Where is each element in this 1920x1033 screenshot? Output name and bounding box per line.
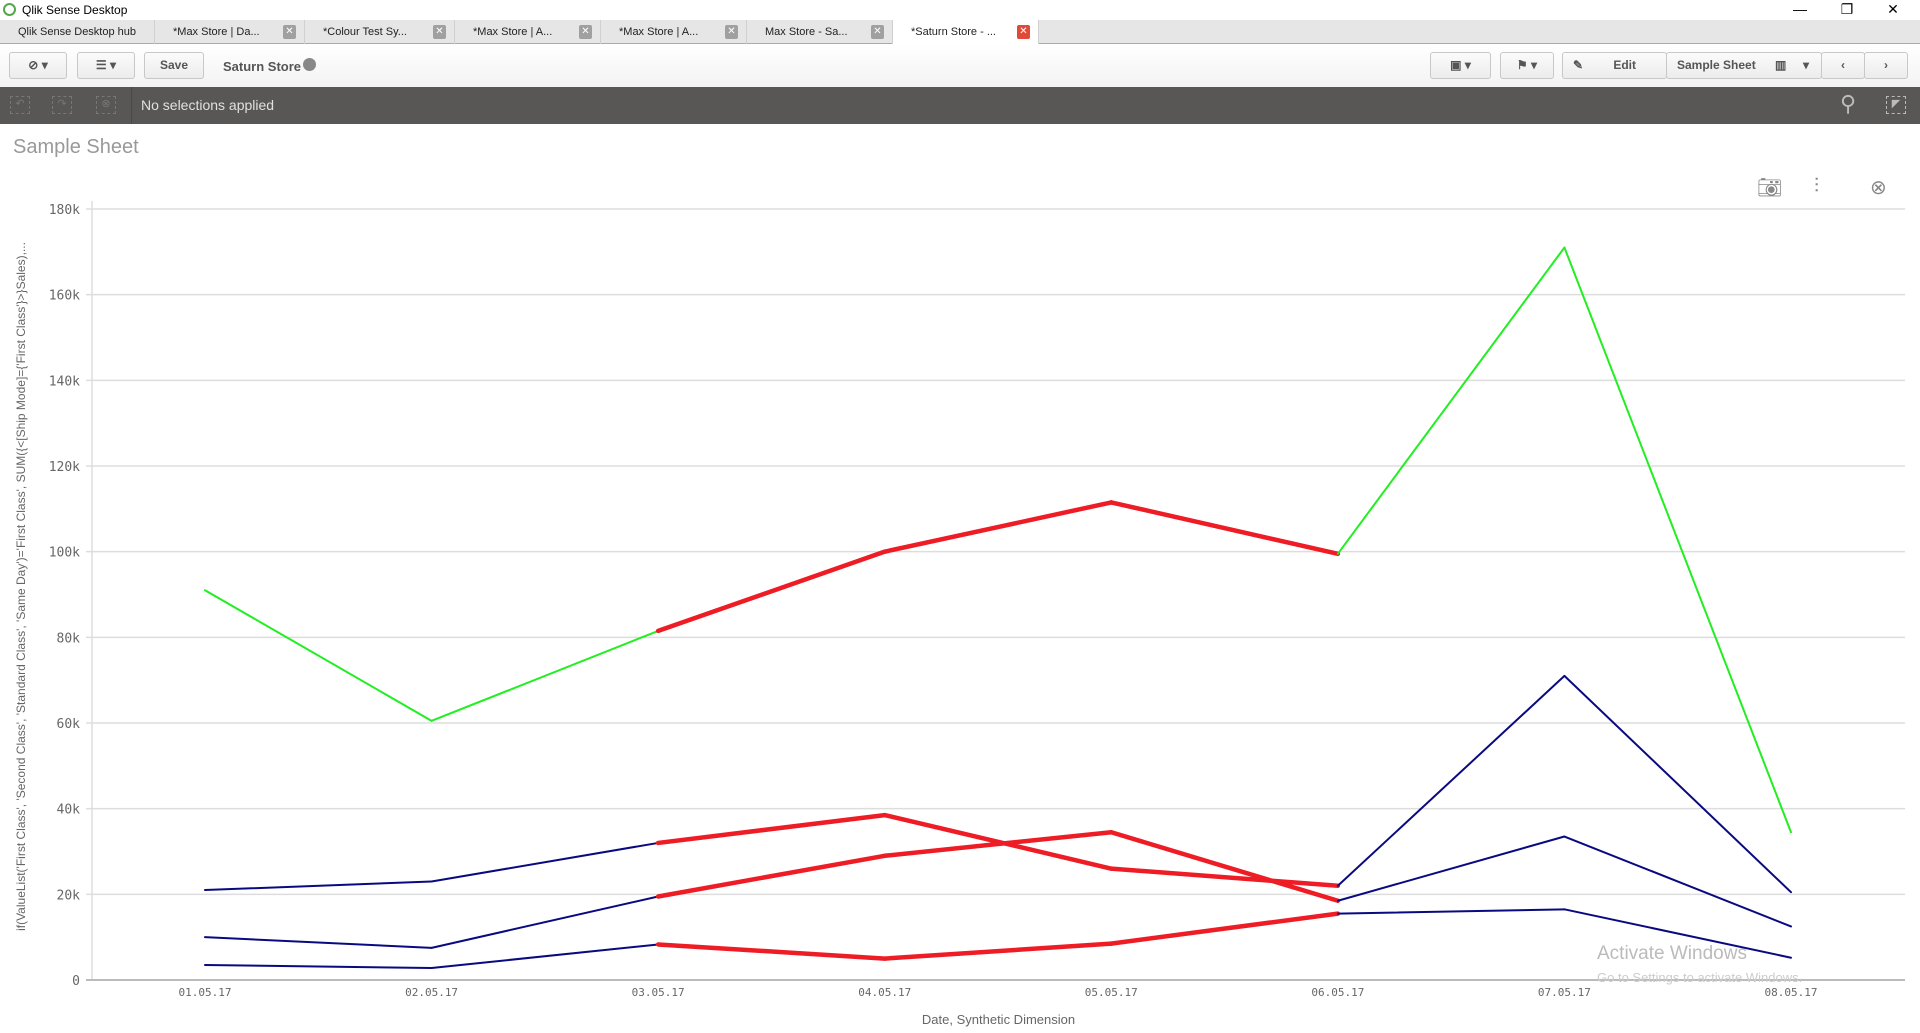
series-3-segment bbox=[655, 853, 887, 899]
watermark-subtitle: Go to Settings to activate Windows. bbox=[1597, 970, 1803, 985]
y-tick-label: 40k bbox=[57, 803, 81, 818]
series-1-segment bbox=[1336, 246, 1566, 555]
x-tick-label: 04.05.17 bbox=[858, 986, 911, 999]
x-tick-label: 05.05.17 bbox=[1085, 986, 1138, 999]
series-1-segment bbox=[430, 629, 660, 722]
y-tick-label: 20k bbox=[57, 888, 81, 903]
series-2-segment bbox=[430, 841, 660, 883]
y-tick-label: 60k bbox=[57, 717, 81, 732]
series-4-segment bbox=[655, 942, 887, 961]
series-3-segment bbox=[430, 895, 660, 949]
series-2-segment bbox=[204, 880, 433, 892]
series-2-segment bbox=[1109, 866, 1341, 889]
x-tick-label: 07.05.17 bbox=[1538, 986, 1591, 999]
series-1-segment bbox=[655, 549, 887, 634]
series-4-segment bbox=[204, 964, 433, 970]
x-tick-label: 02.05.17 bbox=[405, 986, 458, 999]
x-tick-label: 08.05.17 bbox=[1765, 986, 1818, 999]
series-3-segment bbox=[1563, 835, 1792, 928]
x-tick-label: 03.05.17 bbox=[632, 986, 685, 999]
series-3-segment bbox=[204, 936, 433, 949]
x-tick-label: 06.05.17 bbox=[1311, 986, 1364, 999]
series-1-segment bbox=[204, 589, 433, 722]
y-tick-label: 120k bbox=[49, 460, 80, 475]
series-2-segment bbox=[1336, 674, 1566, 887]
series-3-segment bbox=[1336, 835, 1566, 902]
series-4-segment bbox=[882, 941, 1114, 961]
x-axis-title: Date, Synthetic Dimension bbox=[922, 1012, 1075, 1027]
series-3-segment bbox=[1109, 829, 1341, 904]
y-tick-label: 160k bbox=[49, 289, 80, 304]
series-4-segment bbox=[1109, 911, 1341, 946]
x-tick-label: 01.05.17 bbox=[179, 986, 232, 999]
y-tick-label: 100k bbox=[49, 546, 80, 561]
series-2-segment bbox=[1563, 674, 1792, 894]
series-3-segment bbox=[882, 829, 1114, 859]
y-tick-label: 0 bbox=[72, 974, 80, 989]
y-tick-label: 180k bbox=[49, 203, 80, 218]
y-tick-label: 140k bbox=[49, 374, 80, 389]
series-1-segment bbox=[1109, 500, 1341, 557]
series-4-segment bbox=[430, 943, 660, 970]
y-axis-title: if(ValueList('First Class', 'Second Clas… bbox=[14, 242, 28, 931]
line-chart[interactable]: 0 20k 40k 60k 80k 100k 120k 140k 160k 180k 01.05.1… bbox=[0, 0, 1920, 1033]
series-4-segment bbox=[1336, 908, 1566, 915]
series-1-segment bbox=[882, 500, 1114, 554]
watermark-title: Activate Windows bbox=[1597, 943, 1747, 964]
y-tick-label: 80k bbox=[57, 631, 81, 646]
series-1-segment bbox=[1563, 246, 1792, 834]
series-2-segment bbox=[655, 812, 887, 846]
